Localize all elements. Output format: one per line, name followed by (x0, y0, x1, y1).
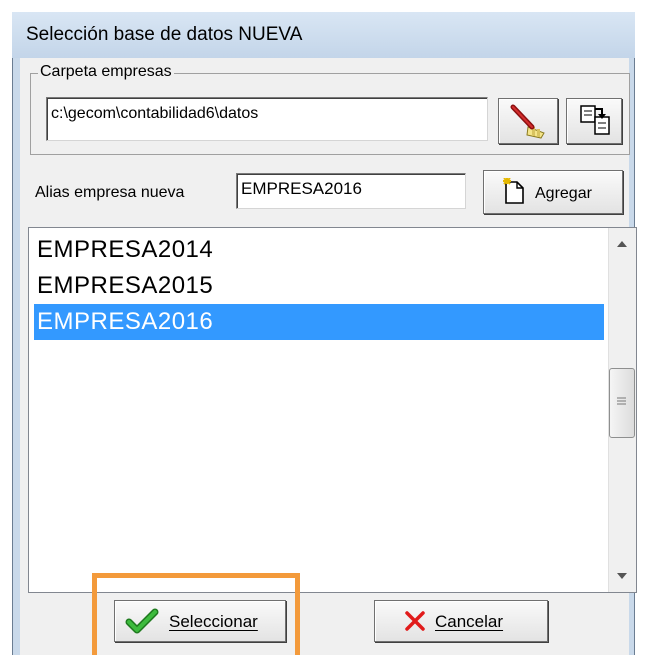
copy-path-button[interactable] (566, 98, 622, 144)
list-item-selected[interactable]: EMPRESA2016 (34, 304, 604, 340)
alias-label: Alias empresa nueva (35, 184, 185, 201)
window-title: Selección base de datos NUEVA (26, 24, 303, 45)
folder-group-legend: Carpeta empresas (38, 63, 174, 81)
list-item[interactable]: EMPRESA2015 (34, 268, 604, 304)
folder-path-field[interactable]: c:\gecom\contabilidad6\datos (46, 97, 488, 141)
new-document-icon (503, 178, 524, 204)
brush-icon (510, 104, 545, 139)
add-company-label: Agregar (535, 185, 592, 202)
clear-path-button[interactable] (498, 98, 558, 144)
cancel-button[interactable]: Cancelar (374, 600, 548, 642)
highlight-frame (92, 573, 300, 655)
grip-icon (617, 397, 626, 405)
list-item[interactable]: EMPRESA2014 (34, 232, 604, 268)
cancel-button-label: Cancelar (435, 612, 504, 631)
alias-input[interactable]: EMPRESA2016 (236, 173, 466, 209)
close-icon (405, 611, 425, 631)
scroll-down-arrow-icon[interactable] (614, 570, 630, 582)
copy-arrow-icon (580, 105, 610, 135)
scroll-up-arrow-icon[interactable] (614, 238, 630, 250)
